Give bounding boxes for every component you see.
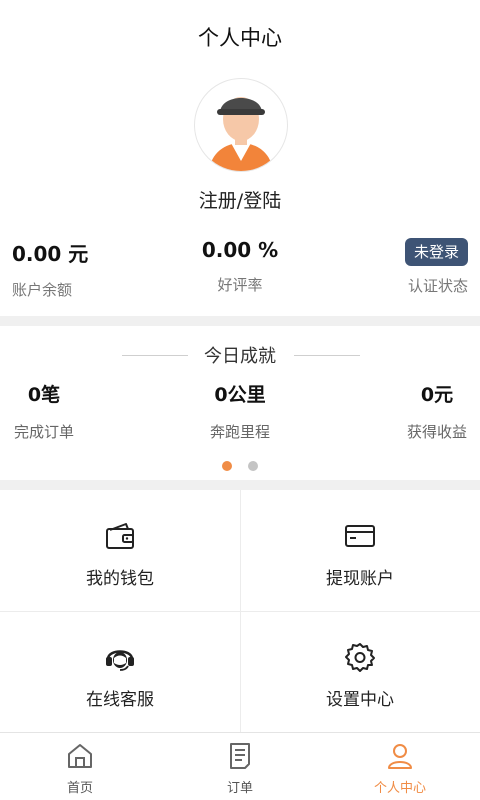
title-line-right	[294, 355, 360, 356]
rating-stat: 0.00 % 好评率	[140, 238, 340, 295]
headset-icon	[106, 650, 134, 671]
tab-orders-label: 订单	[226, 781, 253, 796]
profile-page: 个人中心 注册/登陆 0.00 元 账户余额 0.00 % 好评率 未登录 认证…	[0, 0, 480, 800]
orders-value: 0笔	[27, 384, 61, 406]
bottom-tab-bar: 首页 订单 个人中心	[0, 732, 480, 800]
income-value: 0元	[420, 384, 454, 406]
wallet-button[interactable]: 我的钱包	[0, 490, 240, 611]
mileage-achievement: 0公里 奔跑里程	[190, 380, 290, 442]
document-icon	[230, 743, 250, 769]
orders-label: 完成订单	[13, 423, 74, 441]
section-divider	[0, 316, 480, 326]
tab-home[interactable]: 首页	[0, 733, 160, 800]
wallet-label: 我的钱包	[86, 569, 154, 589]
auth-status-badge[interactable]: 未登录	[404, 238, 468, 266]
tab-home-label: 首页	[66, 781, 93, 796]
user-icon	[388, 744, 412, 769]
card-icon	[345, 525, 375, 547]
income-label: 获得收益	[406, 423, 467, 441]
tab-profile-label: 个人中心	[373, 781, 426, 796]
home-icon	[68, 744, 92, 768]
tab-profile[interactable]: 个人中心	[320, 733, 480, 800]
page-title: 个人中心	[198, 26, 282, 50]
pager-dots	[0, 456, 480, 475]
menu-grid: 我的钱包 提现账户 在线客服 设置中心	[0, 490, 480, 732]
achievement-header: 今日成就	[0, 342, 480, 368]
register-login-link[interactable]: 注册/登陆	[0, 186, 480, 213]
balance-label: 账户余额	[12, 281, 73, 299]
income-achievement: 0元 获得收益	[404, 380, 470, 442]
tab-orders[interactable]: 订单	[160, 733, 320, 800]
avatar[interactable]	[194, 78, 288, 172]
rating-label: 好评率	[217, 276, 263, 294]
wallet-icon	[106, 523, 134, 549]
gear-icon	[345, 643, 375, 672]
settings-button[interactable]: 设置中心	[240, 611, 480, 732]
mileage-label: 奔跑里程	[209, 423, 270, 441]
customer-service-button[interactable]: 在线客服	[0, 611, 240, 732]
mileage-value: 0公里	[214, 384, 266, 406]
customer-service-label: 在线客服	[86, 690, 154, 710]
balance-value: 0.00 元	[12, 242, 89, 266]
orders-achievement: 0笔 完成订单	[12, 380, 76, 442]
header: 个人中心	[0, 0, 480, 72]
withdraw-account-button[interactable]: 提现账户	[240, 490, 480, 611]
section-divider	[0, 480, 480, 490]
achievement-title: 今日成就	[204, 346, 276, 367]
avatar-icon	[209, 97, 273, 171]
withdraw-account-label: 提现账户	[326, 569, 394, 589]
auth-label: 认证状态	[407, 277, 468, 295]
settings-label: 设置中心	[326, 690, 394, 710]
auth-stat: 未登录 认证状态	[404, 238, 468, 296]
pager-dot-2[interactable]	[247, 461, 258, 471]
balance-stat: 0.00 元 账户余额	[12, 238, 88, 300]
pager-dot-1[interactable]	[222, 461, 233, 471]
rating-value: 0.00 %	[201, 238, 279, 262]
